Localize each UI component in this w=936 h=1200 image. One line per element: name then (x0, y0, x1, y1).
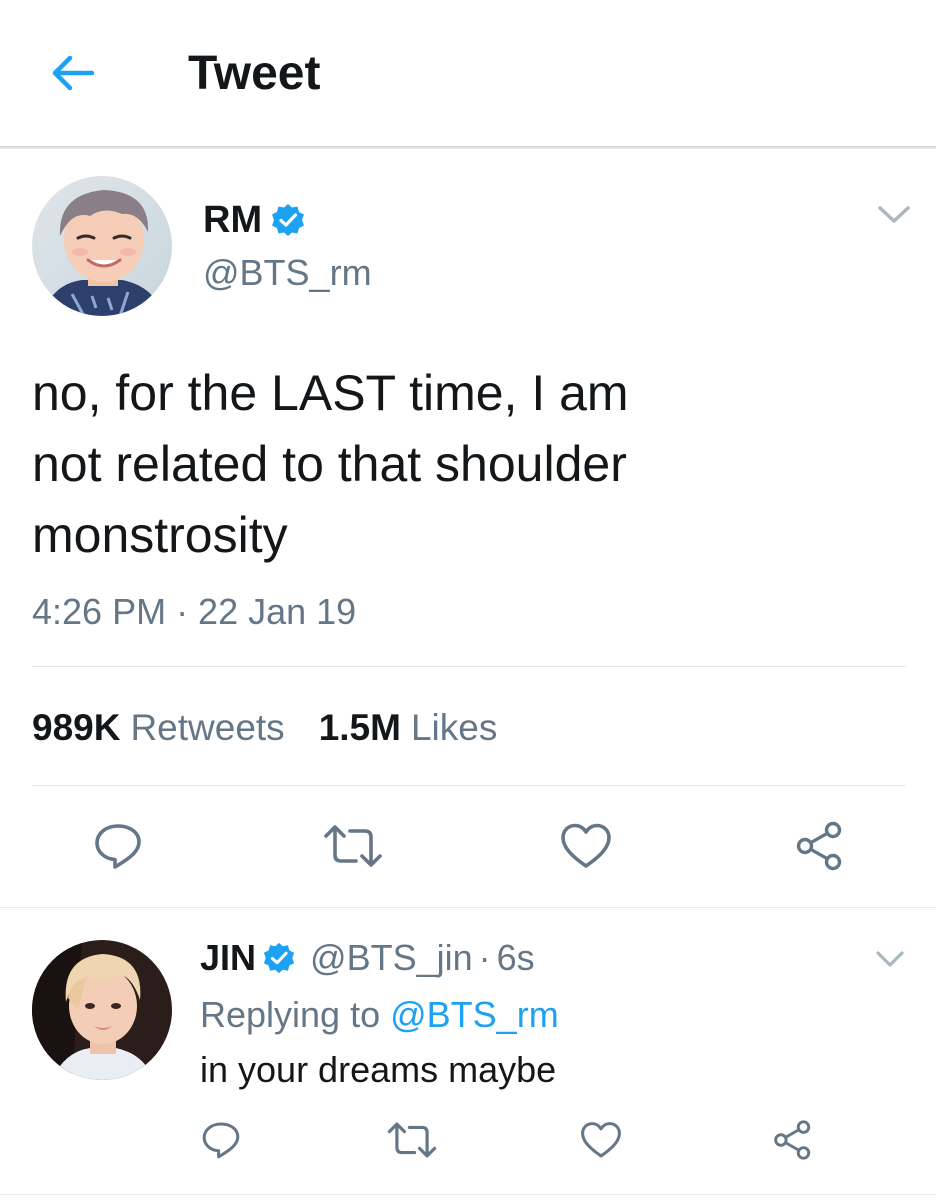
likes-count: 1.5M (318, 707, 401, 748)
tweet-detail-screen: Tweet RM @BTS_rm no, for the LAST time, … (0, 0, 936, 1200)
retweet-icon (387, 1122, 437, 1158)
reply-time[interactable]: 6s (497, 934, 535, 982)
reply-icon (95, 824, 141, 869)
top-app-bar: Tweet (0, 0, 936, 146)
author-handle[interactable]: @BTS_rm (203, 250, 372, 296)
retweet-icon (324, 825, 382, 867)
replying-to-label: Replying to (200, 994, 381, 1035)
replying-to: Replying to @BTS_rm (200, 991, 559, 1039)
back-button[interactable] (44, 48, 100, 98)
tweet-text-line: no, for the LAST time, I am (32, 365, 629, 421)
tweet-timestamp[interactable]: 4:26 PM · 22 Jan 19 (32, 590, 356, 634)
jin-avatar-image (32, 940, 172, 1080)
like-button[interactable] (558, 820, 614, 872)
share-button[interactable] (770, 1118, 816, 1162)
divider (0, 907, 936, 908)
page-title: Tweet (188, 47, 321, 100)
chevron-down-icon (876, 951, 904, 967)
replying-to-handle-link[interactable]: @BTS_rm (390, 994, 559, 1035)
divider (0, 1194, 936, 1195)
divider (32, 785, 906, 786)
arrow-left-icon (52, 55, 95, 91)
share-icon (796, 821, 842, 871)
header-divider (0, 146, 936, 149)
like-button[interactable] (578, 1118, 624, 1162)
like-icon (581, 1122, 621, 1158)
tweet-text-line: not related to that shoulder (32, 436, 627, 492)
verified-badge-icon (262, 941, 296, 975)
like-icon (561, 823, 611, 868)
retweet-button[interactable] (384, 1118, 440, 1162)
tweet-stats: 989K Retweets 1.5M Likes (32, 706, 497, 750)
reply-author-handle[interactable]: @BTS_jin (310, 934, 473, 982)
reply-text: in your dreams maybe (200, 1049, 557, 1090)
retweets-label: Retweets (130, 707, 285, 748)
likes-stat[interactable]: 1.5M Likes (319, 706, 498, 750)
author-name[interactable]: RM (203, 196, 262, 244)
separator-dot: · (478, 937, 491, 978)
tweet-text: no, for the LAST time, I am not related … (32, 358, 892, 571)
divider (32, 666, 906, 667)
reply-header: JIN @BTS_jin · 6s (200, 934, 535, 982)
reply-options-button[interactable] (874, 946, 906, 972)
tweet-text-line: monstrosity (32, 507, 288, 563)
avatar[interactable] (32, 176, 172, 316)
reply-button[interactable] (198, 1118, 244, 1162)
retweet-button[interactable] (322, 820, 384, 872)
share-button[interactable] (792, 820, 848, 872)
likes-label: Likes (410, 707, 498, 748)
chevron-down-icon (878, 206, 910, 223)
verified-badge-icon (270, 202, 306, 238)
author-name-row[interactable]: RM (203, 196, 306, 244)
retweets-count: 989K (32, 707, 121, 748)
tweet-options-button[interactable] (876, 200, 912, 228)
share-icon (774, 1120, 811, 1160)
retweets-stat[interactable]: 989K Retweets (32, 706, 285, 750)
rm-avatar-image (32, 176, 172, 316)
reply-author-name[interactable]: JIN (200, 934, 256, 982)
reply-icon (202, 1122, 240, 1159)
reply-button[interactable] (90, 820, 146, 872)
avatar[interactable] (32, 940, 172, 1080)
